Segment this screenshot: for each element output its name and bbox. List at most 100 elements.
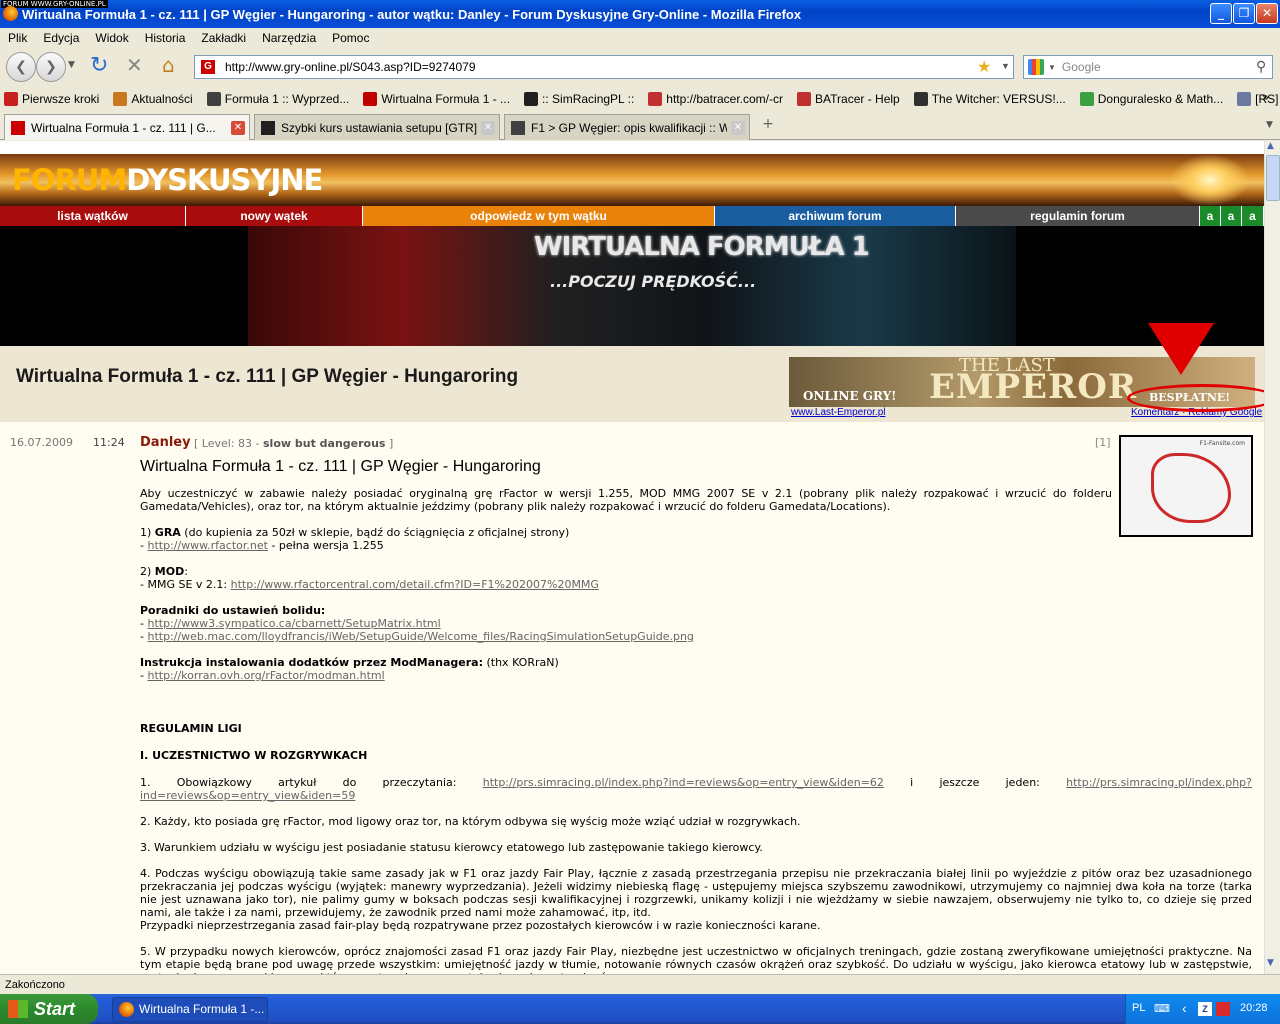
bookmark-icon (524, 92, 539, 106)
post-intro: Aby uczestniczyć w zabawie należy posiad… (140, 487, 1112, 513)
bookmark-item[interactable]: Donguralesko & Math... (1076, 92, 1223, 106)
guide-link[interactable]: http://www3.sympatico.ca/cbarnett/SetupM… (147, 617, 440, 630)
rule-1-join: i jeszcze jeden: (883, 776, 1067, 789)
menu-edycja[interactable]: Edycja (35, 31, 87, 45)
url-text: http://www.gry-online.pl/S043.asp?ID=927… (225, 60, 476, 74)
post-title: Wirtualna Formuła 1 - cz. 111 | GP Węgie… (140, 458, 541, 475)
post-author[interactable]: Danley (140, 435, 191, 450)
menu-plik[interactable]: Plik (0, 31, 35, 45)
tab-gp-wegier[interactable]: F1 > GP Węgier: opis kwalifikacji :: Wy.… (504, 114, 750, 140)
close-button[interactable]: ✕ (1256, 3, 1278, 24)
taskbar-firefox-item[interactable]: Wirtualna Formuła 1 -... (112, 997, 268, 1022)
history-dropdown-icon[interactable]: ▼ (68, 60, 75, 70)
nav-odpowiedz[interactable]: odpowiedz w tym wątku (363, 206, 715, 226)
bookmark-item[interactable]: Formuła 1 :: Wyprzed... (203, 92, 349, 106)
bookmark-icon (797, 92, 812, 106)
start-label: Start (34, 999, 76, 1019)
menu-widok[interactable]: Widok (87, 31, 136, 45)
menu-narzedzia[interactable]: Narzędzia (254, 31, 324, 45)
minimize-button[interactable]: _ (1210, 3, 1232, 24)
back-button[interactable]: ❮ (6, 52, 36, 82)
keyboard-icon[interactable]: ⌨ (1154, 1002, 1170, 1015)
maximize-button[interactable]: ❐ (1233, 3, 1255, 24)
font-size-medium-button[interactable]: a (1221, 206, 1242, 226)
home-icon[interactable]: ⌂ (162, 53, 175, 77)
new-tab-button[interactable]: + (756, 116, 780, 138)
stop-icon[interactable]: ✕ (126, 53, 143, 77)
tab-favicon (261, 120, 275, 135)
tray-app-icon[interactable]: Z (1198, 1002, 1212, 1016)
post-number[interactable]: [1] (1095, 436, 1111, 449)
rule-4-text: 4. Podczas wyścigu obowiązują takie same… (140, 867, 1252, 919)
nav-nowy-watek[interactable]: nowy wątek (186, 206, 363, 226)
bookmark-icon (648, 92, 663, 106)
bookmarks-overflow-icon[interactable]: » (1262, 90, 1269, 104)
bookmark-item[interactable]: BATracer - Help (793, 92, 900, 106)
tab-wirtualna-formula[interactable]: Wirtualna Formuła 1 - cz. 111 | G... ✕ (4, 114, 250, 140)
article-link-1[interactable]: http://prs.simracing.pl/index.php?ind=re… (483, 776, 884, 789)
font-size-small-button[interactable]: a (1200, 206, 1221, 226)
tray-arrow-icon[interactable]: ‹ (1182, 1000, 1187, 1016)
google-icon[interactable] (1028, 59, 1044, 75)
tab-close-icon[interactable]: ✕ (231, 120, 245, 135)
mod-link[interactable]: http://www.rfactorcentral.com/detail.cfm… (231, 578, 599, 591)
watermark: FORUM WWW.GRY-ONLINE.PL (1, 0, 108, 8)
mod-colon: : (184, 565, 188, 578)
rfactor-link[interactable]: http://www.rfactor.net (147, 539, 267, 552)
status-text: Zakończono (5, 979, 65, 991)
nav-archiwum[interactable]: archiwum forum (715, 206, 956, 226)
rule-4-note: Przypadki nieprzestrzegania zasad fair-p… (140, 919, 821, 932)
bookmark-item[interactable]: :: SimRacingPL :: (520, 92, 634, 106)
search-engine-dropdown-icon[interactable]: ▼ (1048, 63, 1056, 72)
bookmark-item[interactable]: The Witcher: VERSUS!... (910, 92, 1066, 106)
bookmark-item[interactable]: Aktualności (109, 92, 193, 106)
bookmark-item[interactable]: Wirtualna Formuła 1 - ... (359, 92, 510, 106)
post-author-level: [ Level: 83 - slow but dangerous ] (194, 437, 393, 450)
menu-zakladki[interactable]: Zakładki (193, 31, 254, 45)
firefox-icon (3, 6, 18, 21)
nav-regulamin[interactable]: regulamin forum (956, 206, 1200, 226)
start-button[interactable]: Start (0, 994, 98, 1024)
window-titlebar[interactable]: FORUM WWW.GRY-ONLINE.PL Wirtualna Formuł… (0, 0, 1280, 28)
forum-nav: lista wątków nowy wątek odpowiedz w tym … (0, 206, 1264, 226)
scroll-up-icon[interactable]: ▲ (1267, 141, 1274, 151)
menu-pomoc[interactable]: Pomoc (324, 31, 377, 45)
language-indicator[interactable]: PL (1132, 1002, 1145, 1014)
bookmark-icon (363, 92, 378, 106)
gra-description: (do kupienia za 50zł w sklepie, bądź do … (180, 526, 570, 539)
logo-part-forum: FORUM (12, 163, 127, 197)
tab-szybki-kurs[interactable]: Szybki kurs ustawiania setupu [GTR] - ..… (254, 114, 500, 140)
rule-1: 1. Obowiązkowy artykuł do przeczytania: … (140, 776, 1252, 802)
menu-historia[interactable]: Historia (137, 31, 194, 45)
bookmark-icon (913, 92, 928, 106)
search-input[interactable]: Google (1062, 60, 1101, 74)
tab-list-dropdown-icon[interactable]: ▼ (1266, 120, 1273, 130)
forward-button[interactable]: ❯ (36, 52, 66, 82)
url-bar[interactable]: G http://www.gry-online.pl/S043.asp?ID=9… (194, 55, 1014, 79)
vertical-scrollbar[interactable]: ▲ ▼ (1264, 141, 1280, 974)
tab-close-icon[interactable]: ✕ (481, 120, 495, 135)
nav-lista-watkow[interactable]: lista wątków (0, 206, 186, 226)
bookmark-star-icon[interactable]: ★ (977, 57, 991, 77)
mod-heading: MOD (154, 565, 185, 578)
ad-link[interactable]: www.Last-Emperor.pl (791, 407, 885, 418)
scrollbar-thumb[interactable] (1266, 155, 1280, 201)
reload-icon[interactable]: ↻ (90, 53, 108, 78)
search-icon[interactable]: ⚲ (1256, 58, 1266, 75)
guide-link[interactable]: http://web.mac.com/lloydfrancis/iWeb/Set… (147, 630, 693, 643)
forum-logo[interactable]: FORUMDYSKUSYJNE (12, 163, 323, 197)
search-box[interactable]: ▼ Google ⚲ (1023, 55, 1273, 79)
bookmark-item[interactable]: http://batracer.com/-cr (644, 92, 783, 106)
bookmark-label: The Witcher: VERSUS!... (931, 92, 1066, 106)
scroll-down-icon[interactable]: ▼ (1267, 958, 1274, 968)
gra-num: 1) (140, 526, 155, 539)
modman-link[interactable]: http://korran.ovh.org/rFactor/modman.htm… (147, 669, 384, 682)
page-viewport: FORUMDYSKUSYJNE lista wątków nowy wątek … (0, 141, 1264, 974)
bookmark-item[interactable]: Pierwsze kroki (0, 92, 99, 106)
antivirus-icon[interactable] (1216, 1002, 1230, 1016)
tab-close-icon[interactable]: ✕ (731, 120, 745, 135)
font-size-large-button[interactable]: a (1242, 206, 1264, 226)
url-dropdown-icon[interactable]: ▼ (1001, 61, 1010, 71)
bookmark-item[interactable]: [RS] DonGURALesko -... (1233, 92, 1280, 106)
window-title: Wirtualna Formuła 1 - cz. 111 | GP Węgie… (22, 6, 802, 22)
